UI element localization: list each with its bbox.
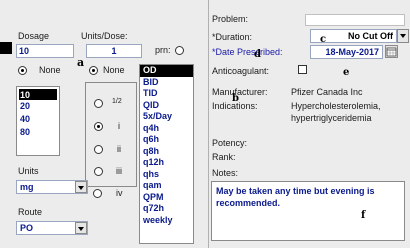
dosage-option[interactable]: 80: [20, 127, 30, 137]
right-panel-divider: [208, 0, 209, 248]
units-dose-fraction-group: 1/2 i ii iii: [85, 82, 137, 187]
frequency-item[interactable]: weekly: [140, 215, 193, 227]
fraction-half-label: 1/2: [112, 98, 122, 105]
units-dose-none-label: None: [103, 65, 125, 75]
date-prescribed-label: *Date Prescribed:: [212, 47, 283, 57]
dosage-none-radio[interactable]: [18, 66, 27, 75]
dosage-none-label: None: [39, 65, 61, 75]
rank-label: Rank:: [212, 152, 236, 162]
dosage-label: Dosage: [18, 31, 50, 41]
units-dose-label: Units/Dose:: [81, 31, 128, 41]
notes-label: Notes:: [212, 168, 239, 178]
frequency-item[interactable]: q4h: [140, 123, 193, 135]
date-prescribed-input[interactable]: 18-May-2017: [310, 45, 383, 59]
manufacturer-value: Pfizer Canada Inc: [291, 87, 363, 97]
duration-label: *Duration:: [212, 32, 253, 42]
route-select-value: PO: [20, 223, 34, 233]
prn-radio[interactable]: [175, 46, 184, 55]
date-prescribed-value: 18-May-2017: [325, 47, 379, 57]
frequency-item[interactable]: QID: [140, 100, 193, 112]
marker-c: c: [320, 34, 327, 45]
route-label: Route: [18, 207, 43, 217]
dosage-options-list[interactable]: 10 20 40 80: [16, 86, 60, 156]
frequency-item[interactable]: q6h: [140, 134, 193, 146]
indications-line2: hypertriglyceridemia: [291, 113, 372, 123]
duration-value: No Cut Off: [348, 31, 393, 41]
dosage-option[interactable]: 40: [20, 114, 30, 124]
frequency-list[interactable]: OD BID TID QID 5x/Day q4h q6h q8h q12h qhs qam QPM q…: [139, 64, 194, 244]
marker-e: e: [343, 67, 350, 78]
indications-line1: Hypercholesterolemia,: [291, 101, 381, 111]
left-partial-button[interactable]: [0, 42, 12, 54]
fraction-iv-label: iv: [116, 188, 123, 198]
frequency-item[interactable]: qam: [140, 180, 193, 192]
frequency-item[interactable]: BID: [140, 77, 193, 89]
frequency-item[interactable]: TID: [140, 88, 193, 100]
fraction-half-radio[interactable]: [94, 99, 103, 108]
units-select-value: mg: [20, 182, 34, 192]
fraction-ii-radio[interactable]: [94, 145, 103, 154]
notes-textarea[interactable]: May be taken any time but evening is rec…: [211, 181, 405, 241]
units-dose-none-radio[interactable]: [89, 66, 98, 75]
frequency-item[interactable]: qhs: [140, 169, 193, 181]
frequency-item[interactable]: q8h: [140, 146, 193, 158]
marker-f: f: [361, 210, 366, 221]
problem-label: Problem:: [212, 14, 249, 24]
problem-field[interactable]: [305, 14, 405, 26]
fraction-iv-radio[interactable]: [93, 189, 102, 198]
anticoagulant-checkbox[interactable]: [298, 65, 307, 74]
fraction-iii-radio[interactable]: [94, 167, 103, 176]
dosage-option[interactable]: 20: [20, 101, 30, 111]
units-dose-input[interactable]: 1: [86, 44, 142, 58]
dosage-option[interactable]: 10: [20, 90, 30, 100]
frequency-items: OD BID TID QID 5x/Day q4h q6h q8h q12h qhs qam QPM q…: [140, 65, 193, 226]
route-dropdown-button[interactable]: [75, 222, 87, 234]
fraction-ii-label: ii: [117, 144, 121, 154]
frequency-item[interactable]: q72h: [140, 203, 193, 215]
dosage-input[interactable]: 10: [16, 44, 74, 58]
marker-a: a: [77, 56, 85, 69]
marker-d: d: [254, 49, 261, 60]
potency-label: Potency:: [212, 138, 248, 148]
manufacturer-label: Manufacturer:: [212, 87, 268, 97]
duration-dropdown-button[interactable]: [397, 29, 409, 43]
prn-label: prn:: [155, 45, 171, 55]
frequency-item[interactable]: q12h: [140, 157, 193, 169]
fraction-i-label: i: [118, 121, 120, 131]
frequency-item[interactable]: 5x/Day: [140, 111, 193, 123]
fraction-i-radio[interactable]: [94, 122, 103, 131]
indications-label: Indications:: [212, 101, 258, 111]
notes-text: May be taken any time but evening is rec…: [216, 186, 375, 208]
calendar-icon[interactable]: [385, 45, 398, 58]
anticoagulant-label: Anticoagulant:: [212, 66, 270, 76]
fraction-iii-label: iii: [116, 166, 122, 176]
frequency-item[interactable]: OD: [140, 65, 193, 77]
units-dropdown-button[interactable]: [75, 181, 87, 193]
frequency-item[interactable]: QPM: [140, 192, 193, 204]
units-label: Units: [18, 166, 39, 176]
